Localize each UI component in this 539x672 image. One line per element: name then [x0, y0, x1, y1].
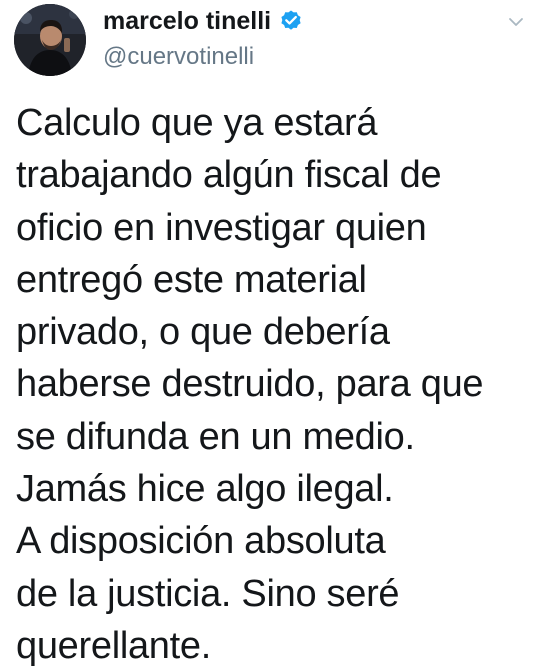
tweet-text-line: entregó este material [16, 258, 367, 301]
tweet-text-line: Jamás hice algo ilegal. [16, 468, 394, 511]
tweet-text-line: privado, o que debería [16, 311, 390, 354]
author-avatar[interactable] [14, 4, 86, 76]
chevron-down-icon[interactable] [506, 12, 526, 32]
tweet-text-line: A disposición absoluta [16, 520, 386, 563]
avatar-photo [14, 4, 86, 76]
tweet-text-line: de la justicia. Sino seré [16, 572, 400, 615]
tweet-text-line: haberse destruido, para que [16, 363, 484, 406]
tweet-text: Calculo que ya estará trabajando algún f… [16, 97, 531, 672]
tweet-text-line: oficio en investigar quien [16, 206, 427, 249]
author-display-name[interactable]: marcelo tinelli [103, 7, 271, 36]
tweet-text-line: se difunda en un medio. [16, 415, 415, 458]
author-handle[interactable]: @cuervotinelli [103, 43, 254, 71]
tweet-card: marcelo tinelli @cuervotinelli Calculo q… [0, 0, 539, 667]
author-name-row[interactable]: marcelo tinelli [103, 4, 303, 38]
tweet-text-line: trabajando algún fiscal de [16, 154, 442, 197]
tweet-text-line: Calculo que ya estará [16, 102, 378, 144]
verified-badge-icon [279, 9, 303, 33]
tweet-text-line: querellante. [16, 624, 211, 667]
